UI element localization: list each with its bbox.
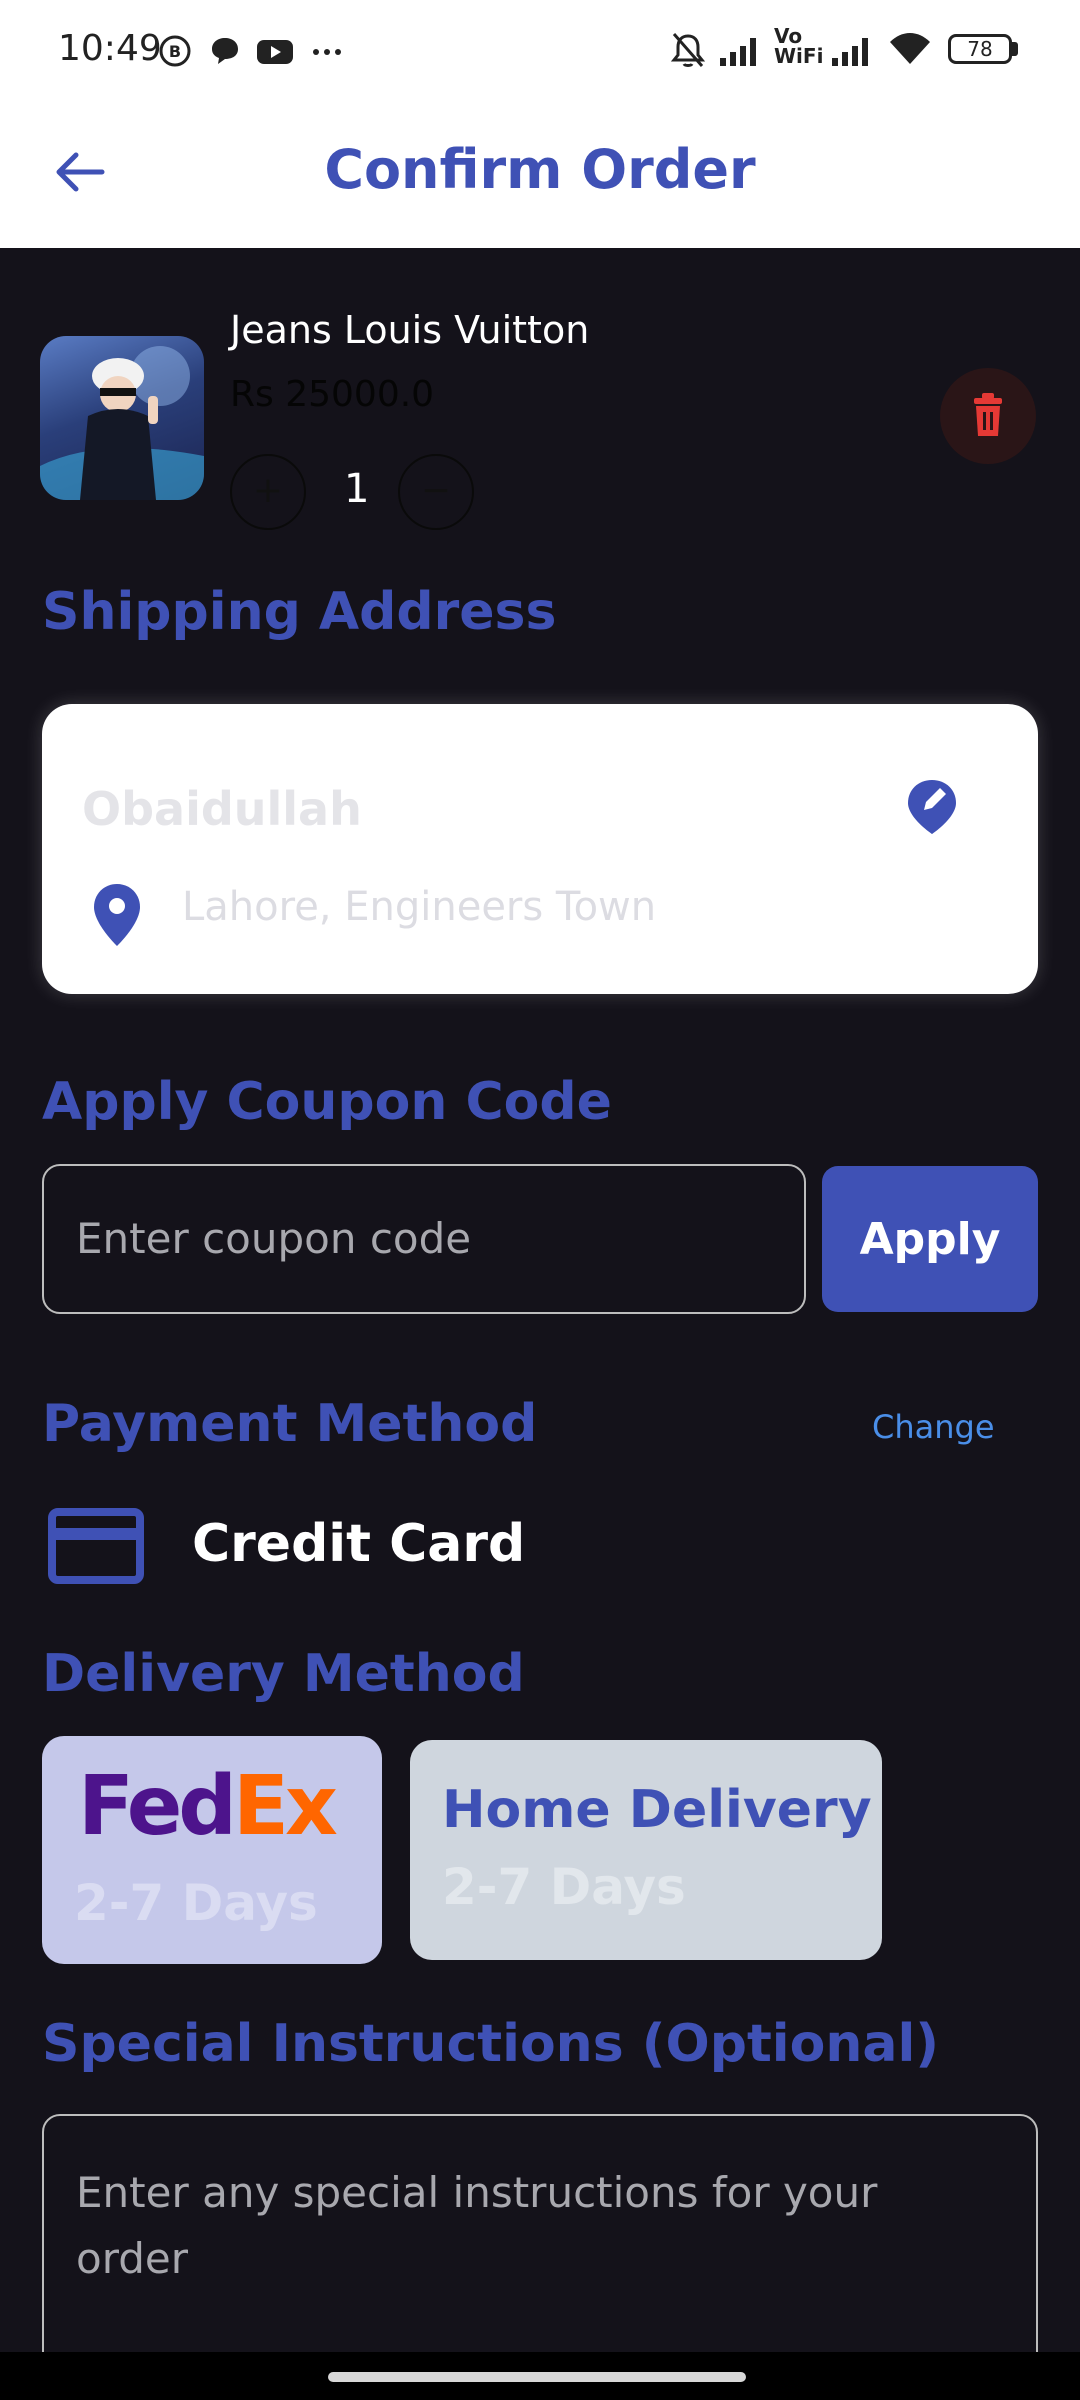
payment-method-title: Payment Method xyxy=(42,1394,538,1454)
vowifi-top-text: Vo xyxy=(774,24,803,48)
edit-location-icon[interactable] xyxy=(904,774,964,838)
status-time: 10:49 xyxy=(58,28,162,69)
change-payment-link[interactable]: Change xyxy=(872,1408,995,1446)
youtube-notification-icon xyxy=(257,40,293,64)
apply-button-label: Apply xyxy=(859,1213,1001,1265)
chat-notification-icon xyxy=(212,38,238,64)
product-thumbnail-art xyxy=(40,346,204,500)
delete-item-button[interactable] xyxy=(940,368,1036,464)
special-instructions-title: Special Instructions (Optional) xyxy=(42,2014,940,2074)
svg-text:B: B xyxy=(169,42,181,61)
system-navigation-bar xyxy=(0,2352,1080,2400)
minus-icon: − xyxy=(420,470,452,511)
product-image xyxy=(40,336,204,500)
signal-strength-2-icon xyxy=(832,38,868,66)
location-pin-icon xyxy=(94,884,140,946)
delivery-option-fedex[interactable]: FedEx 2-7 Days xyxy=(42,1736,382,1964)
special-instructions-input[interactable]: Enter any special instructions for your … xyxy=(42,2114,1038,2352)
b-notification-icon: B xyxy=(159,35,191,67)
mute-bell-icon xyxy=(670,33,706,67)
coupon-title: Apply Coupon Code xyxy=(42,1072,612,1132)
plus-icon: + xyxy=(252,470,284,511)
order-content[interactable]: Jeans Louis Vuitton Rs 25000.0 + 1 − Shi… xyxy=(0,248,1080,2352)
trash-icon xyxy=(974,393,1002,436)
wifi-icon xyxy=(890,33,930,64)
increase-quantity-button[interactable]: + xyxy=(230,454,306,530)
more-notifications-icon xyxy=(313,49,341,55)
coupon-placeholder: Enter coupon code xyxy=(76,1214,472,1263)
recipient-name: Obaidullah xyxy=(82,782,362,836)
special-instructions-placeholder: Enter any special instructions for your … xyxy=(76,2168,878,2283)
battery-level: 78 xyxy=(967,37,993,61)
vowifi-indicator: Vo WiFi xyxy=(774,26,823,66)
home-delivery-label: Home Delivery xyxy=(442,1780,872,1840)
shipping-address-text: Lahore, Engineers Town xyxy=(182,884,657,930)
product-name: Jeans Louis Vuitton xyxy=(230,308,590,352)
home-delivery-days: 2-7 Days xyxy=(442,1858,686,1916)
fedex-delivery-days: 2-7 Days xyxy=(74,1874,318,1932)
status-bar: 10:49 B Vo WiFi 78 xyxy=(0,0,1080,100)
battery-tip xyxy=(1012,42,1018,56)
delivery-option-home[interactable]: Home Delivery 2-7 Days xyxy=(410,1740,882,1960)
page-title: Confirm Order xyxy=(324,138,756,201)
vowifi-bottom-text: WiFi xyxy=(774,44,824,68)
fedex-logo-fed: Fed xyxy=(78,1759,237,1854)
decrease-quantity-button[interactable]: − xyxy=(398,454,474,530)
apply-coupon-button[interactable]: Apply xyxy=(822,1166,1038,1312)
home-gesture-handle[interactable] xyxy=(328,2372,746,2382)
shipping-address-title: Shipping Address xyxy=(42,582,557,642)
fedex-logo: FedEx xyxy=(78,1766,338,1848)
shipping-address-card[interactable]: Obaidullah Lahore, Engineers Town xyxy=(42,704,1038,994)
delivery-method-title: Delivery Method xyxy=(42,1644,525,1704)
signal-strength-icon xyxy=(720,38,756,66)
coupon-input[interactable]: Enter coupon code xyxy=(42,1164,806,1314)
payment-method-name: Credit Card xyxy=(192,1514,526,1574)
quantity-value: 1 xyxy=(344,466,370,512)
battery-icon: 78 xyxy=(948,34,1012,64)
app-bar: Confirm Order xyxy=(0,100,1080,248)
fedex-logo-ex: Ex xyxy=(233,1759,338,1854)
credit-card-icon xyxy=(48,1508,144,1584)
product-price: Rs 25000.0 xyxy=(230,374,435,415)
